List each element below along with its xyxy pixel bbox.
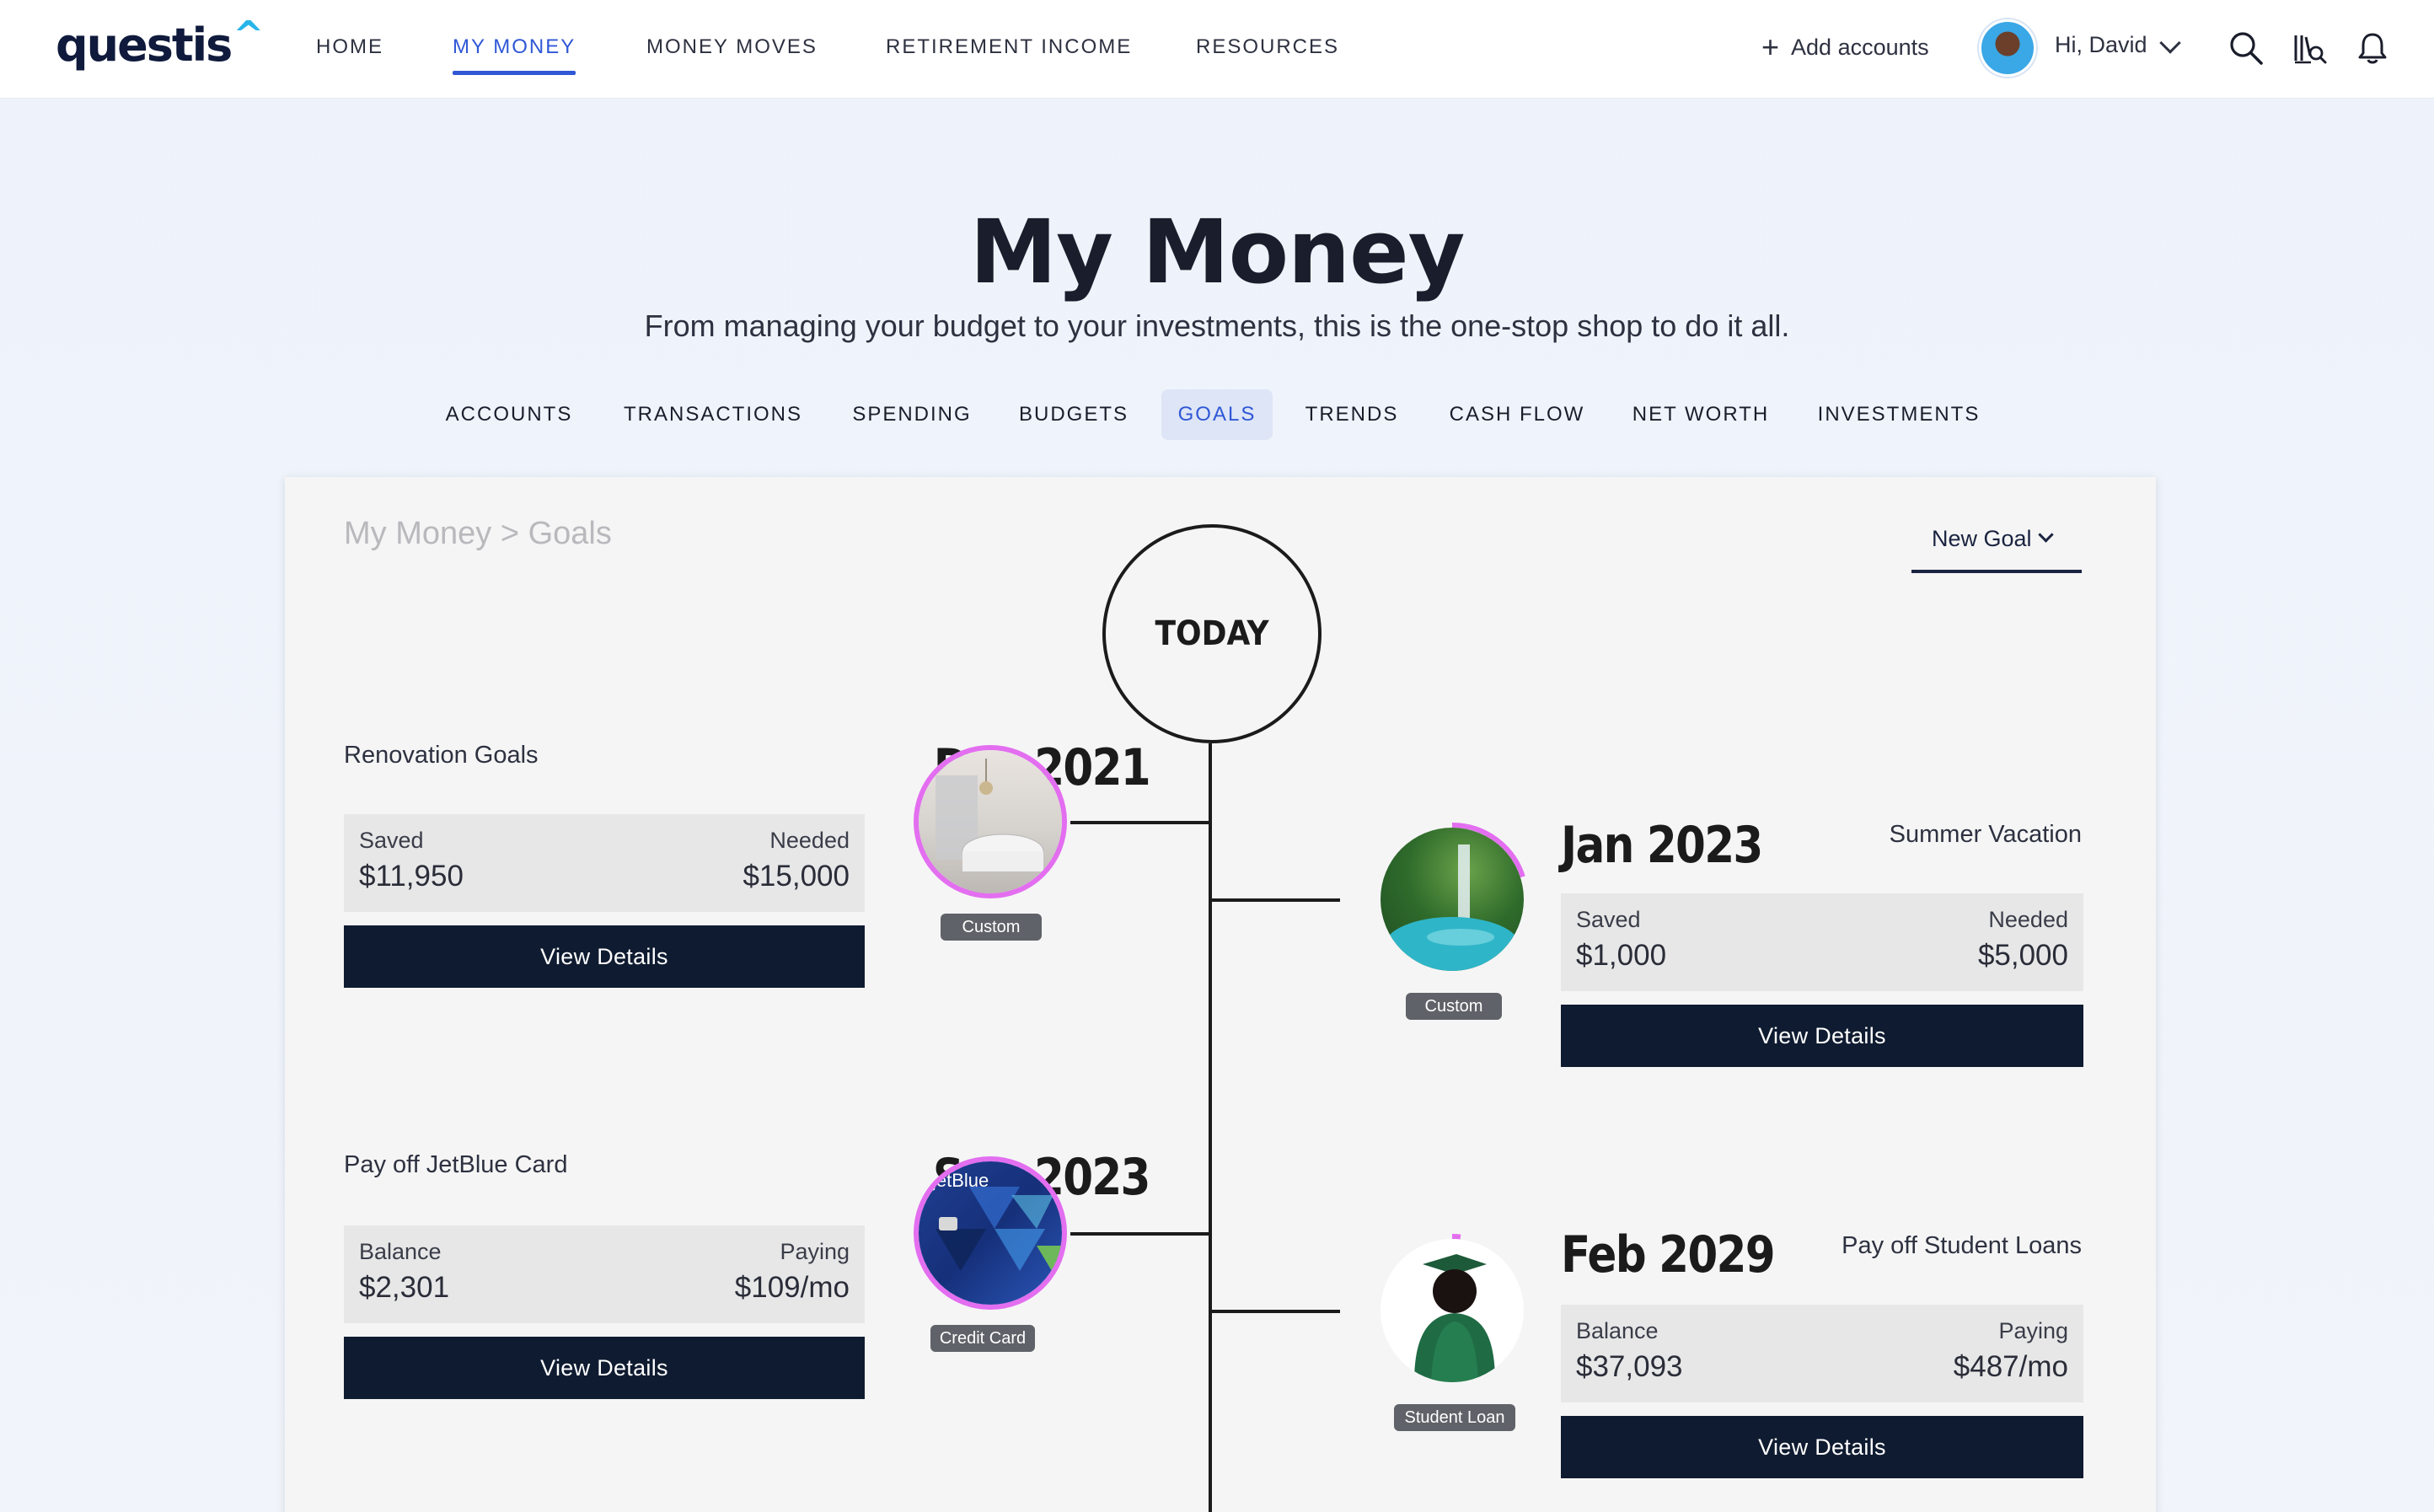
goal-stats: Saved $11,950 Needed $15,000 [344,814,865,912]
tab-transactions[interactable]: TRANSACTIONS [614,389,812,440]
search-icon[interactable] [2228,30,2264,66]
add-accounts-button[interactable]: + Add accounts [1761,32,1929,62]
goal-category-tag: Custom [1406,993,1502,1020]
chevron-down-icon[interactable] [2159,32,2181,54]
chevron-down-icon [2038,527,2054,543]
goal-stats: Balance $37,093 Paying $487/mo [1561,1305,2083,1402]
logo-text: questis [56,19,233,72]
goal-stats: Balance $2,301 Paying $109/mo [344,1225,865,1323]
goal-date: Jan 2023 [1561,816,1763,875]
stat-label: Paying [1998,1318,2068,1343]
page-title: My Money [969,201,1466,303]
nav-my-money[interactable]: MY MONEY [453,35,576,59]
goal-stats: Saved $1,000 Needed $5,000 [1561,893,2083,991]
stat-value: $2,301 [359,1271,450,1304]
user-greeting[interactable]: Hi, David [2055,32,2147,58]
stat-label: Needed [1988,907,2068,932]
timeline-branch [1210,898,1340,902]
questis-logo[interactable]: questis^ [56,13,264,72]
nav-home[interactable]: HOME [316,35,383,59]
stat-value: $15,000 [743,860,850,893]
goal-category-tag: Custom [941,914,1042,941]
goal-category-tag: Credit Card [930,1325,1035,1352]
add-accounts-label: Add accounts [1791,34,1929,60]
timeline-line [1209,743,1212,1512]
avatar[interactable] [1979,19,2036,77]
view-details-button[interactable]: View Details [1561,1005,2083,1067]
goal-name: Summer Vacation [1889,821,2082,848]
logo-caret: ^ [233,13,264,56]
stat-value: $1,000 [1576,939,1667,972]
today-marker: TODAY [1102,524,1322,743]
stat-label: Saved [359,828,424,853]
tab-goals[interactable]: GOALS [1161,389,1273,440]
stat-label: Saved [1576,907,1641,932]
bathroom-photo[interactable] [910,742,1070,902]
goal-name: Pay off JetBlue Card [344,1151,568,1178]
stat-value: $11,950 [359,860,464,893]
goal-name: Pay off Student Loans [1842,1232,2082,1259]
nav-resources[interactable]: RESOURCES [1196,35,1339,59]
tab-net-worth[interactable]: NET WORTH [1625,389,1777,440]
top-navigation-bar: questis^ HOME MY MONEY MONEY MOVES RETIR… [0,0,2434,99]
waterfall-photo[interactable] [1372,819,1532,979]
breadcrumb: My Money > Goals [344,516,612,551]
graduate-photo[interactable] [1372,1231,1532,1391]
tab-accounts[interactable]: ACCOUNTS [432,389,587,440]
bell-icon[interactable] [2355,30,2390,66]
nav-retirement-income[interactable]: RETIREMENT INCOME [886,35,1132,59]
nav-money-moves[interactable]: MONEY MOVES [646,35,818,59]
goal-date: Feb 2029 [1561,1225,1776,1284]
stat-label: Paying [780,1239,850,1264]
timeline-branch [1210,1310,1340,1313]
jetblue-card-photo[interactable]: jetBlue [910,1153,1070,1313]
nav-active-underline [453,71,576,75]
tab-cash-flow[interactable]: CASH FLOW [1434,389,1600,440]
page-subtitle: From managing your budget to your invest… [644,308,1790,343]
stat-value: $5,000 [1977,939,2068,972]
goal-category-tag: Student Loan [1394,1404,1515,1431]
timeline-branch [1070,1232,1210,1236]
view-details-button[interactable]: View Details [344,1337,865,1399]
stat-value: $109/mo [734,1271,850,1304]
stat-value: $37,093 [1576,1350,1683,1383]
view-details-button[interactable]: View Details [344,925,865,988]
library-search-icon[interactable] [2292,30,2328,66]
stat-label: Needed [769,828,850,853]
goals-panel: My Money > Goals New Goal TODAY Renovati… [285,477,2156,1512]
view-details-button[interactable]: View Details [1561,1416,2083,1478]
stat-value: $487/mo [1953,1350,2068,1383]
stat-label: Balance [359,1239,442,1264]
goal-name: Renovation Goals [344,742,539,769]
tab-budgets[interactable]: BUDGETS [1011,389,1136,440]
tab-investments[interactable]: INVESTMENTS [1804,389,1994,440]
new-goal-dropdown[interactable]: New Goal [1911,519,2082,573]
my-money-tabs: ACCOUNTS TRANSACTIONS SPENDING BUDGETS G… [0,389,2434,440]
timeline-branch [1070,821,1210,824]
new-goal-label: New Goal [1932,526,2032,551]
tab-trends[interactable]: TRENDS [1298,389,1406,440]
stat-label: Balance [1576,1318,1659,1343]
plus-icon: + [1761,29,1780,64]
tab-spending[interactable]: SPENDING [839,389,985,440]
